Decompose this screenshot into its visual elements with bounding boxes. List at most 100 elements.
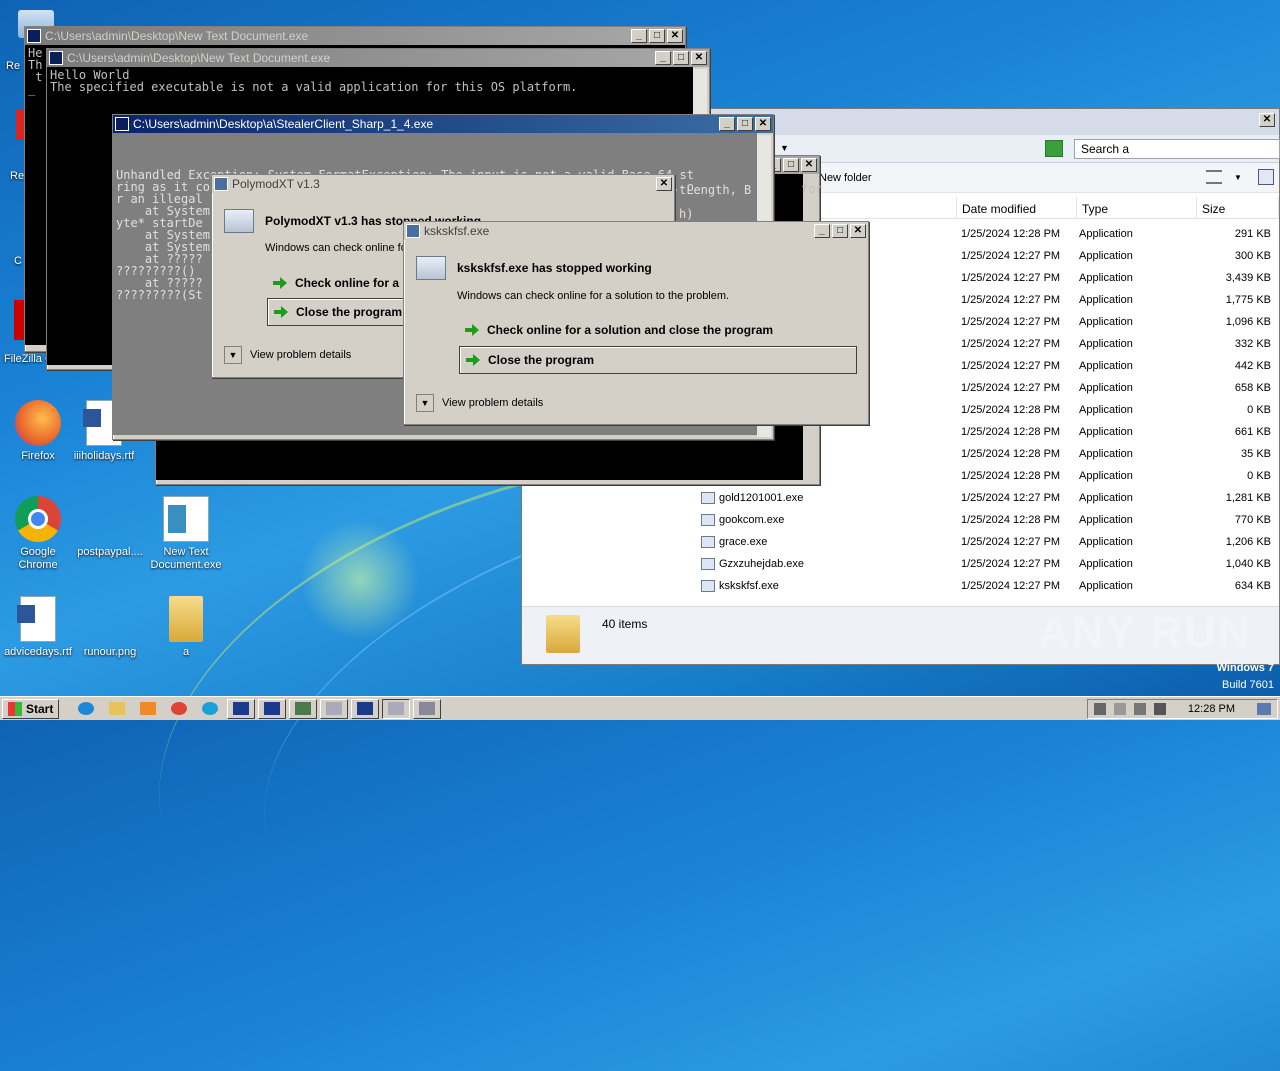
file-date: 1/25/2024 12:27 PM [961, 294, 1061, 306]
windows-error-icon [214, 177, 228, 191]
media-player-icon[interactable] [134, 699, 162, 719]
file-type: Application [1079, 228, 1133, 240]
desktop-icon-label: a [182, 646, 190, 658]
console-icon [27, 29, 41, 43]
action-center-icon[interactable] [1113, 703, 1126, 715]
close-button[interactable]: ✕ [801, 158, 817, 172]
file-icon [87, 496, 133, 542]
console-1-titlebar[interactable]: C:\Users\admin\Desktop\New Text Document… [25, 27, 685, 45]
minimize-button[interactable]: _ [814, 224, 830, 238]
file-date: 1/25/2024 12:28 PM [961, 448, 1061, 460]
file-row[interactable]: kskskfsf.exe 1/25/2024 12:27 PM Applicatio… [683, 575, 1279, 597]
application-icon [701, 492, 715, 504]
close-button[interactable]: ✕ [667, 29, 683, 43]
show-desktop-icon[interactable] [1257, 703, 1271, 715]
column-header-date[interactable]: Date modified [957, 197, 1077, 218]
close-program-option[interactable]: Close the program [459, 346, 857, 374]
taskbar-app[interactable] [413, 698, 442, 719]
refresh-icon[interactable] [1045, 140, 1063, 157]
network-icon[interactable] [1133, 703, 1146, 715]
edge-icon[interactable] [196, 699, 224, 719]
file-date: 1/25/2024 12:28 PM [961, 404, 1061, 416]
desktop-icon-advicedays[interactable]: advicedays.rtf [0, 596, 76, 659]
dialog-message: Windows can check online for a solution … [457, 290, 730, 302]
view-details-toggle[interactable]: ▼ View problem details [416, 394, 543, 412]
close-button[interactable]: ✕ [1259, 113, 1275, 127]
file-size: 291 KB [1234, 228, 1271, 240]
ie-icon[interactable] [72, 699, 100, 719]
explorer-icon[interactable] [103, 699, 131, 719]
close-button[interactable]: ✕ [691, 51, 707, 65]
speaker-icon[interactable] [1093, 703, 1106, 715]
view-options-icon[interactable] [1206, 170, 1222, 184]
desktop-icon-label: postpaypal.... [77, 546, 143, 558]
view-details-toggle[interactable]: ▼ View problem details [224, 346, 351, 364]
maximize-button[interactable]: □ [737, 117, 753, 131]
file-type: Application [1079, 426, 1133, 438]
taskbar-console-3[interactable] [351, 698, 380, 719]
column-header-size[interactable]: Size [1197, 197, 1279, 218]
chrome-icon[interactable] [165, 699, 193, 719]
file-date: 1/25/2024 12:27 PM [961, 580, 1061, 592]
new-folder-button[interactable]: New folder [819, 172, 872, 184]
chevron-down-icon: ▼ [224, 346, 242, 364]
taskbar-console-1[interactable] [227, 698, 256, 719]
volume-icon[interactable] [1153, 703, 1166, 715]
minimize-button[interactable]: _ [655, 51, 671, 65]
kskskfsf-titlebar[interactable]: kskskfsf.exe _ □ ✕ [404, 222, 868, 240]
maximize-button[interactable]: □ [673, 51, 689, 65]
desktop-icon-folder-a[interactable]: a [148, 596, 224, 659]
file-name: Gzxzuhejdab.exe [683, 558, 957, 570]
polymod-titlebar[interactable]: PolymodXT v1.3 ✕ [212, 175, 674, 193]
maximize-button[interactable]: □ [832, 224, 848, 238]
clock[interactable]: 12:28 PM [1188, 703, 1235, 715]
file-size: 300 KB [1234, 250, 1271, 262]
file-type: Application [1079, 558, 1133, 570]
file-row[interactable]: Gzxzuhejdab.exe 1/25/2024 12:27 PM Applica… [683, 553, 1279, 575]
taskbar-console-2[interactable] [258, 698, 287, 719]
search-input[interactable]: Search a [1074, 139, 1280, 159]
close-button[interactable]: ✕ [656, 177, 672, 191]
desktop-icon-firefox[interactable]: Firefox [0, 400, 76, 463]
file-type: Application [1079, 316, 1133, 328]
window-title: kskskfsf.exe [424, 224, 490, 238]
folder-icon [546, 615, 580, 653]
kskskfsf-error-dialog[interactable]: kskskfsf.exe _ □ ✕ kskskfsf.exe has stop… [403, 221, 869, 425]
chevron-down-icon[interactable]: ▼ [780, 143, 789, 153]
check-online-option[interactable]: Check online for a solution and close th… [459, 316, 857, 344]
file-size: 332 KB [1234, 338, 1271, 350]
item-count: 40 items [602, 617, 648, 631]
windows-error-icon [406, 224, 420, 238]
maximize-button[interactable]: □ [783, 158, 799, 172]
console-2-titlebar[interactable]: C:\Users\admin\Desktop\New Text Document… [47, 49, 709, 67]
taskbar-error-dialog[interactable] [289, 698, 318, 719]
console-text-fragment: tLength, B [679, 183, 752, 197]
file-size: 770 KB [1234, 514, 1271, 526]
desktop-icon-postpaypal[interactable]: postpaypal.... [72, 496, 148, 559]
start-button[interactable]: Start [2, 698, 60, 719]
console-text-fragment: for [801, 182, 823, 196]
maximize-button[interactable]: □ [649, 29, 665, 43]
file-type: Application [1079, 536, 1133, 548]
desktop-icon-chrome[interactable]: Google Chrome [0, 496, 76, 572]
close-button[interactable]: ✕ [755, 117, 771, 131]
desktop-icon-new-text-document[interactable]: New Text Document.exe [148, 496, 224, 572]
file-row[interactable]: gold1201001.exe 1/25/2024 12:27 PM Applica… [683, 487, 1279, 509]
console-icon [115, 117, 129, 131]
chevron-down-icon[interactable]: ▼ [1234, 173, 1242, 182]
file-row[interactable]: gookcom.exe 1/25/2024 12:28 PM Application… [683, 509, 1279, 531]
start-label: Start [26, 701, 54, 716]
taskbar-active-app[interactable] [382, 698, 411, 719]
file-size: 634 KB [1234, 580, 1271, 592]
close-button[interactable]: ✕ [850, 224, 866, 238]
preview-pane-icon[interactable] [1258, 169, 1274, 185]
minimize-button[interactable]: _ [631, 29, 647, 43]
file-row[interactable]: grace.exe 1/25/2024 12:27 PM Application 1,… [683, 531, 1279, 553]
column-header-type[interactable]: Type [1077, 197, 1197, 218]
desktop-icon-runour[interactable]: runour.png [72, 596, 148, 659]
console-3-titlebar[interactable]: C:\Users\admin\Desktop\a\StealerClient_S… [113, 115, 773, 133]
details-label: View problem details [250, 349, 352, 361]
taskbar-app[interactable] [320, 698, 349, 719]
minimize-button[interactable]: _ [719, 117, 735, 131]
file-type: Application [1079, 294, 1133, 306]
